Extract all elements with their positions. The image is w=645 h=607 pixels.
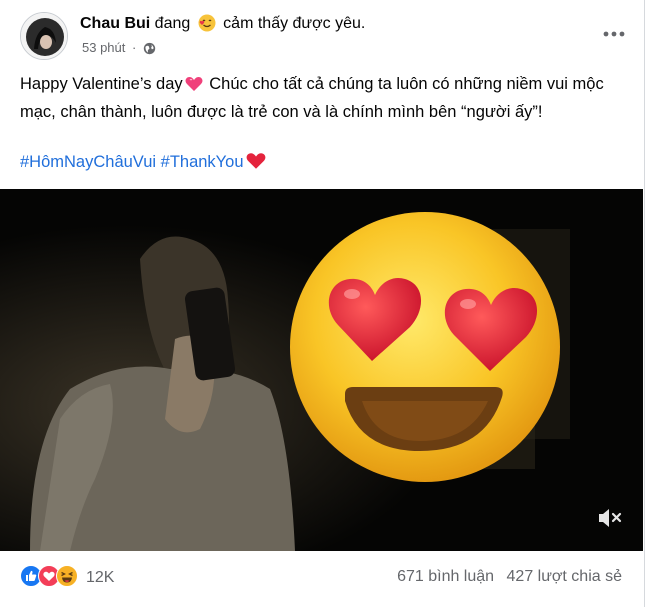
reactions-summary[interactable]: 12K <box>20 564 114 592</box>
heart-ribbon-icon <box>185 75 203 100</box>
feeling-prefix: đang <box>154 15 191 32</box>
haha-icon <box>56 564 78 592</box>
red-heart-icon <box>246 152 266 177</box>
post-text-part1: Happy Valentine’s day <box>20 75 183 93</box>
reaction-count[interactable]: 12K <box>86 569 114 587</box>
post-card: Chau Bui đang cảm thấy được yêu. 53 phút… <box>0 0 645 607</box>
video-player[interactable] <box>0 189 643 551</box>
meta-separator: · <box>132 40 137 55</box>
more-options-button[interactable] <box>598 22 630 46</box>
globe-icon[interactable] <box>143 42 156 58</box>
author-name[interactable]: Chau Bui <box>80 15 150 32</box>
author-line: Chau Bui đang cảm thấy được yêu. <box>80 14 365 37</box>
post-meta: 53 phút · <box>82 40 156 58</box>
video-frame <box>0 189 643 551</box>
share-count-link[interactable]: 427 lượt chia sẻ <box>507 568 622 585</box>
hashtags: #HômNayChâuVui #ThankYou <box>20 150 268 177</box>
hashtag-link[interactable]: #HômNayChâuVui <box>20 153 156 171</box>
mute-button[interactable] <box>595 503 625 533</box>
hashtag-link[interactable]: #ThankYou <box>161 153 244 171</box>
more-dots-icon <box>603 31 625 37</box>
post-time[interactable]: 53 phút <box>82 40 125 55</box>
speaker-muted-icon <box>599 509 622 527</box>
smiling-face-with-hearts-icon <box>198 14 216 37</box>
comment-count-link[interactable]: 671 bình luận <box>397 568 494 585</box>
avatar[interactable] <box>20 12 68 60</box>
feeling-text: cảm thấy được yêu. <box>223 15 366 32</box>
post-stats: 671 bình luận 427 lượt chia sẻ <box>397 568 622 586</box>
post-text: Happy Valentine’s day Chúc cho tất cả ch… <box>20 72 620 125</box>
